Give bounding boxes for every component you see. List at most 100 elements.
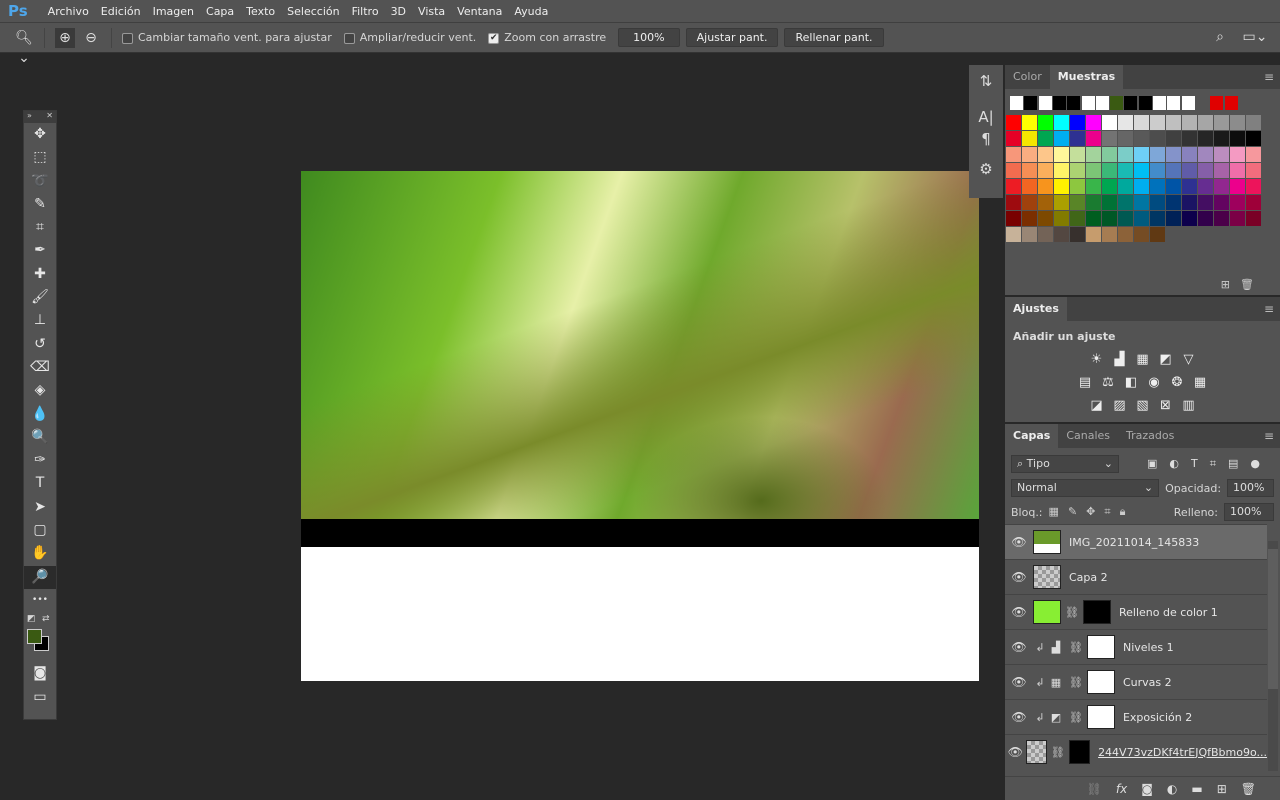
color-swatch[interactable] xyxy=(1246,147,1261,162)
color-swatch[interactable] xyxy=(1166,211,1181,226)
fill-field[interactable]: 100% ⌄ xyxy=(1224,503,1274,534)
color-swatch[interactable] xyxy=(1246,195,1261,210)
color-balance-icon[interactable]: ⚖ xyxy=(1100,375,1117,390)
color-swatch[interactable] xyxy=(1006,179,1021,194)
visibility-eye-icon[interactable]: 👁︎ xyxy=(1005,710,1033,724)
healing-tool-icon[interactable]: ✚ xyxy=(24,263,56,286)
color-swatch[interactable] xyxy=(1182,179,1197,194)
layer-row[interactable]: 👁︎ IMG_20211014_145833 xyxy=(1005,524,1267,559)
new-group-icon[interactable]: ▬ xyxy=(1191,782,1202,796)
menu-ventana[interactable]: Ventana xyxy=(451,5,508,18)
adjustment-filter-icon[interactable]: ◐ xyxy=(1169,457,1179,471)
color-swatch[interactable] xyxy=(1150,115,1165,130)
layer-row[interactable]: 👁︎ ⛓ Relleno de color 1 xyxy=(1005,594,1267,629)
color-swatch[interactable] xyxy=(1166,163,1181,178)
color-swatch[interactable] xyxy=(1102,131,1117,146)
color-swatch[interactable] xyxy=(1118,179,1133,194)
visibility-eye-icon[interactable]: 👁︎ xyxy=(1005,605,1033,619)
color-swatch[interactable] xyxy=(1102,115,1117,130)
color-swatch[interactable] xyxy=(1102,179,1117,194)
layer-row[interactable]: 👁︎ ↲ ◩ ⛓ Exposición 2 xyxy=(1005,699,1267,734)
menu-archivo[interactable]: Archivo xyxy=(42,5,95,18)
menu-selección[interactable]: Selección xyxy=(281,5,345,18)
color-swatch[interactable] xyxy=(1134,227,1149,242)
color-swatch[interactable] xyxy=(1214,195,1229,210)
color-lookup-icon[interactable]: ▦ xyxy=(1192,375,1209,390)
new-adjustment-icon[interactable]: ◐ xyxy=(1167,782,1177,796)
close-icon[interactable]: ✕ xyxy=(46,111,53,123)
recent-swatch[interactable] xyxy=(1052,96,1066,110)
layer-name[interactable]: Relleno de color 1 xyxy=(1119,606,1218,619)
color-swatch[interactable] xyxy=(1198,179,1213,194)
color-swatch[interactable] xyxy=(1054,147,1069,162)
zoom-value-field[interactable]: 100% xyxy=(618,28,680,47)
invert-icon[interactable]: ◪ xyxy=(1088,398,1105,413)
crop-tool-icon[interactable]: ⌗ xyxy=(24,216,56,239)
eyedropper-tool-icon[interactable]: ✒ xyxy=(24,239,56,262)
resize-windows-checkbox[interactable]: Cambiar tamaño vent. para ajustar xyxy=(122,31,332,44)
type-filter-icon[interactable]: T xyxy=(1191,457,1198,471)
color-swatch[interactable] xyxy=(1134,163,1149,178)
color-picker[interactable]: ◩ ⇄ xyxy=(24,612,56,662)
color-swatch[interactable] xyxy=(1006,115,1021,130)
color-swatch[interactable] xyxy=(1038,195,1053,210)
menu-3d[interactable]: 3D xyxy=(385,5,412,18)
recent-swatch[interactable] xyxy=(1010,96,1023,110)
levels-icon[interactable]: ▟ xyxy=(1111,352,1128,367)
color-swatch[interactable] xyxy=(1070,211,1085,226)
visibility-eye-icon[interactable]: 👁︎ xyxy=(1005,640,1033,654)
layer-filter-select[interactable]: ⌕ Tipo ⌄ xyxy=(1011,455,1119,473)
color-swatch[interactable] xyxy=(1150,163,1165,178)
color-swatch[interactable] xyxy=(1166,115,1181,130)
color-swatch[interactable] xyxy=(1102,211,1117,226)
history-icon[interactable]: ⇅ xyxy=(969,65,1003,97)
color-swatch[interactable] xyxy=(1038,163,1053,178)
color-swatch[interactable] xyxy=(1086,147,1101,162)
fx-icon[interactable]: fx xyxy=(1116,782,1127,796)
zoom-preset-icon[interactable]: 🔍︎⌄ xyxy=(14,28,34,66)
exposure-icon[interactable]: ◩ xyxy=(1157,352,1174,367)
color-swatch[interactable] xyxy=(1006,195,1021,210)
color-swatch[interactable] xyxy=(1214,131,1229,146)
color-swatch[interactable] xyxy=(1038,227,1053,242)
color-swatch[interactable] xyxy=(1134,179,1149,194)
color-swatch[interactable] xyxy=(1102,195,1117,210)
panel-menu-icon[interactable]: ≡ xyxy=(1264,70,1274,84)
color-swatch[interactable] xyxy=(1102,147,1117,162)
color-swatch[interactable] xyxy=(1230,179,1245,194)
recent-swatch[interactable] xyxy=(1153,96,1166,110)
layer-name[interactable]: Curvas 2 xyxy=(1123,676,1172,689)
color-swatch[interactable] xyxy=(1102,227,1117,242)
filter-toggle[interactable]: ● xyxy=(1250,457,1260,471)
color-swatch[interactable] xyxy=(1086,131,1101,146)
color-swatch[interactable] xyxy=(1246,211,1261,226)
recent-swatch[interactable] xyxy=(1210,96,1224,110)
color-swatch[interactable] xyxy=(1214,179,1229,194)
character-icon[interactable]: A| xyxy=(969,105,1003,129)
color-swatch[interactable] xyxy=(1086,179,1101,194)
color-swatch[interactable] xyxy=(1166,179,1181,194)
photo-filter-icon[interactable]: ◉ xyxy=(1146,375,1163,390)
color-swatch[interactable] xyxy=(1038,211,1053,226)
default-colors-icon[interactable]: ◩ xyxy=(27,614,36,624)
mask-link-icon[interactable]: ⛓ xyxy=(1069,711,1083,724)
color-swatch[interactable] xyxy=(1230,195,1245,210)
tab-swatches[interactable]: Muestras xyxy=(1049,65,1124,89)
color-swatch[interactable] xyxy=(1022,147,1037,162)
recent-swatch[interactable] xyxy=(1038,96,1052,110)
color-swatch[interactable] xyxy=(1054,179,1069,194)
layer-filter-icons[interactable]: ▣ ◐ T ⌗ ▤ ● xyxy=(1147,457,1260,471)
workspace-icon[interactable]: ▭⌄ xyxy=(1240,27,1270,47)
layer-row[interactable]: 👁︎ ⛓ 244V73vzDKf4trEJQfBbmo9o... xyxy=(1005,734,1267,764)
zoom-all-checkbox[interactable]: Ampliar/reducir vent. xyxy=(343,31,476,44)
curves-icon[interactable]: ▦ xyxy=(1134,352,1151,367)
color-swatch[interactable] xyxy=(1150,147,1165,162)
color-swatch[interactable] xyxy=(1198,115,1213,130)
color-swatch[interactable] xyxy=(1150,131,1165,146)
color-swatch[interactable] xyxy=(1118,227,1133,242)
threshold-icon[interactable]: ▧ xyxy=(1134,398,1151,413)
marquee-tool-icon[interactable]: ⬚ xyxy=(24,146,56,169)
visibility-eye-icon[interactable]: 👁︎ xyxy=(1005,745,1026,759)
brush-tool-icon[interactable]: 🖌 xyxy=(24,286,56,309)
color-swatch[interactable] xyxy=(1230,211,1245,226)
